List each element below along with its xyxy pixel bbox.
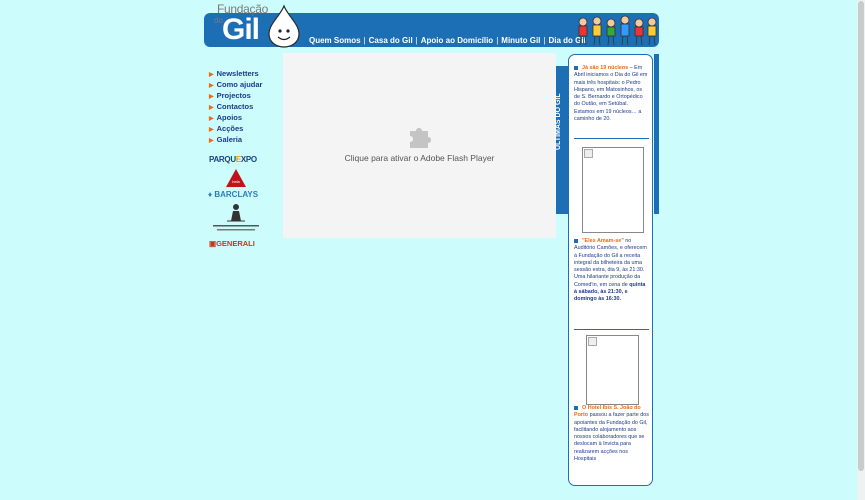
scrollbar-thumb[interactable] [858, 1, 864, 471]
nav-accoes[interactable]: ▶ Acções [209, 123, 262, 134]
nav-quem-somos[interactable]: Quem Somos [309, 36, 361, 45]
site-logo[interactable]: Fundação Gil do [210, 2, 302, 48]
page-scrollbar[interactable] [857, 0, 865, 500]
broken-image-icon [588, 337, 597, 346]
nav-apoio-domicilio[interactable]: Apoio ao Domicílio [421, 36, 493, 45]
arrow-right-icon: ▶ [209, 94, 214, 100]
news-body: no Auditório Camões, e oferecem à Fundaç… [574, 238, 647, 288]
logo-text-gil: Gil [222, 13, 260, 46]
sponsor-institute-logo[interactable] [209, 203, 263, 235]
nav-contactos[interactable]: ▶ Contactos [209, 101, 262, 112]
news-item: Já são 19 núcleos – Em Abril iniciamos o… [574, 65, 649, 123]
latest-news-title: ÚLTIMAS DO GIL [555, 93, 562, 150]
puzzle-plugin-icon [410, 128, 431, 148]
news-headline[interactable]: "Eles Amam-se" [582, 238, 624, 244]
news-divider [574, 329, 649, 330]
broken-image-icon [584, 149, 593, 158]
arrow-right-icon: ▶ [209, 127, 214, 133]
arrow-right-icon: ▶ [209, 83, 214, 89]
sponsor-bela-logo[interactable]: bela [226, 169, 246, 187]
sidebar-edge [654, 54, 659, 214]
bullet-icon [574, 238, 578, 243]
flash-activate-message: Clique para ativar o Adobe Flash Player [344, 153, 495, 163]
news-body: – Em Abril iniciamos o Dia do Gil em mai… [574, 65, 648, 123]
news-divider [574, 138, 649, 139]
bullet-icon [574, 405, 578, 410]
nav-apoios[interactable]: ▶ Apoios [209, 112, 262, 123]
eagle-icon: ♦ [208, 190, 213, 199]
svg-text:bela: bela [232, 179, 240, 184]
left-navigation: ▶ Newsletters ▶ Como ajudar ▶ Projectos ▶ Co… [209, 68, 262, 145]
arrow-right-icon: ▶ [209, 72, 214, 78]
news-sidebar: Já são 19 núcleos – Em Abril iniciamos o… [568, 54, 653, 486]
gil-drop-mascot-icon [268, 4, 300, 48]
news-image[interactable] [586, 335, 639, 405]
sponsor-barclays-logo[interactable]: ♦ BARCLAYS [208, 190, 258, 199]
children-illustration-icon [578, 15, 657, 46]
nav-projectos[interactable]: ▶ Projectos [209, 90, 262, 101]
top-navigation: Quem Somos | Casa do Gil | Apoio ao Domicíli… [309, 36, 586, 45]
news-item: "Eles Amam-se" no Auditório Camões, e of… [574, 238, 649, 304]
arrow-right-icon: ▶ [209, 138, 214, 144]
flash-player-placeholder[interactable]: Clique para ativar o Adobe Flash Player [283, 53, 556, 238]
nav-newsletters[interactable]: ▶ Newsletters [209, 68, 262, 79]
arrow-right-icon: ▶ [209, 105, 214, 111]
logo-text-do: do [214, 16, 223, 25]
arrow-right-icon: ▶ [209, 116, 214, 122]
bullet-icon [574, 65, 578, 70]
news-body: passou a fazer parte dos apoiantes da Fu… [574, 412, 649, 463]
nav-galeria[interactable]: ▶ Galeria [209, 134, 262, 145]
news-image[interactable] [582, 147, 644, 233]
news-headline[interactable]: Já são 19 núcleos [582, 65, 628, 71]
nav-como-ajudar[interactable]: ▶ Como ajudar [209, 79, 262, 90]
sponsor-parque-expo-logo[interactable]: PARQUEXPO [209, 155, 257, 164]
sponsor-generali-logo[interactable]: ▣GENERALI [209, 239, 255, 248]
nav-minuto-gil[interactable]: Minuto Gil [501, 36, 540, 45]
nav-casa-do-gil[interactable]: Casa do Gil [369, 36, 413, 45]
news-item: O Hotel Ibis S. João do Porto passou a f… [574, 405, 649, 463]
